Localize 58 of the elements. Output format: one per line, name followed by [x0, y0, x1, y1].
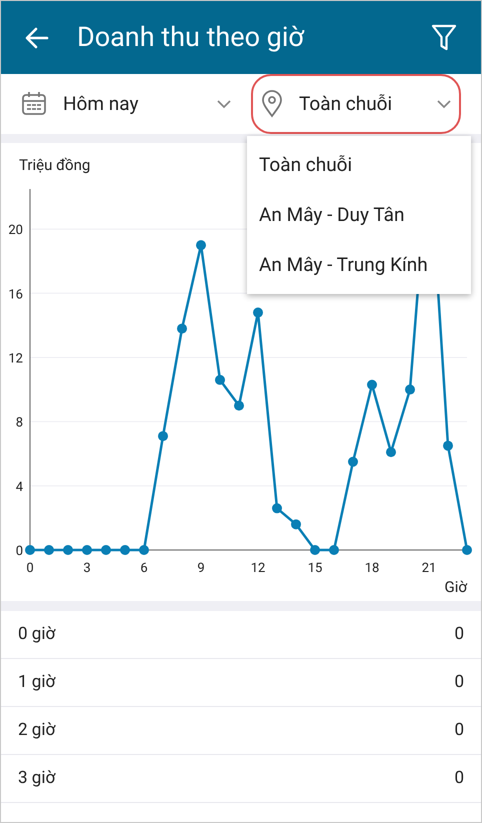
- y-tick-label: 4: [16, 480, 23, 495]
- data-point: [120, 545, 130, 555]
- calendar-icon: [21, 91, 47, 117]
- menu-item[interactable]: An Mây - Trung Kính: [247, 240, 471, 290]
- hour-label: 3 giờ: [18, 766, 56, 790]
- x-tick-label: 21: [422, 561, 436, 576]
- data-point: [25, 545, 35, 555]
- dropdown-selector[interactable]: Hôm nay: [21, 80, 231, 128]
- x-tick-label: 6: [140, 561, 148, 576]
- data-point: [44, 545, 54, 555]
- data-point: [253, 308, 263, 318]
- screen-title: Doanh thu theo giờ: [77, 20, 306, 56]
- x-tick-label: 0: [26, 561, 34, 576]
- data-point: [82, 545, 92, 555]
- x-tick-label: 9: [197, 561, 205, 576]
- filter-icon[interactable]: [431, 24, 457, 52]
- revenue-value: 0: [454, 766, 464, 790]
- data-point: [386, 447, 396, 458]
- x-tick-label: 3: [83, 561, 91, 576]
- revenue-value: 0: [454, 670, 464, 694]
- y-tick-label: 8: [16, 416, 23, 431]
- data-point: [139, 545, 149, 555]
- hour-label: 2 giờ: [18, 718, 56, 742]
- y-tick-label: 20: [8, 223, 23, 238]
- back-icon[interactable]: [25, 26, 49, 48]
- x-axis-title: Giờ: [444, 578, 467, 596]
- data-point: [158, 431, 168, 442]
- revenue-value: 0: [454, 718, 464, 742]
- data-point: [215, 374, 225, 385]
- data-point: [348, 456, 358, 467]
- y-tick-label: 12: [8, 351, 23, 366]
- y-axis-title: Triệu đồng: [19, 156, 90, 174]
- chevron-down-icon: [217, 100, 231, 108]
- data-point: [63, 545, 73, 555]
- data-point: [291, 519, 301, 530]
- data-point: [101, 545, 111, 555]
- data-point: [405, 384, 415, 395]
- x-tick-label: 15: [308, 561, 322, 576]
- map-pin-icon: [261, 90, 283, 118]
- data-point: [443, 440, 453, 451]
- data-point: [234, 400, 244, 411]
- menu-item[interactable]: An Mây - Duy Tân: [247, 190, 471, 240]
- revenue-value: 0: [454, 622, 464, 646]
- data-point: [196, 240, 206, 250]
- data-point: [310, 545, 320, 555]
- x-tick-label: 18: [364, 561, 380, 576]
- y-tick-label: 0: [16, 544, 23, 559]
- data-point: [272, 503, 282, 514]
- chevron-down-icon: [437, 100, 451, 108]
- data-point: [462, 545, 472, 555]
- data-point: [329, 545, 339, 555]
- data-point: [177, 324, 187, 334]
- hour-label: 1 giờ: [18, 670, 56, 694]
- x-tick-label: 12: [250, 561, 266, 576]
- data-point: [367, 380, 377, 390]
- hour-label: 0 giờ: [18, 622, 56, 646]
- y-tick-label: 16: [8, 287, 23, 302]
- menu-item[interactable]: Toàn chuỗi: [247, 140, 471, 190]
